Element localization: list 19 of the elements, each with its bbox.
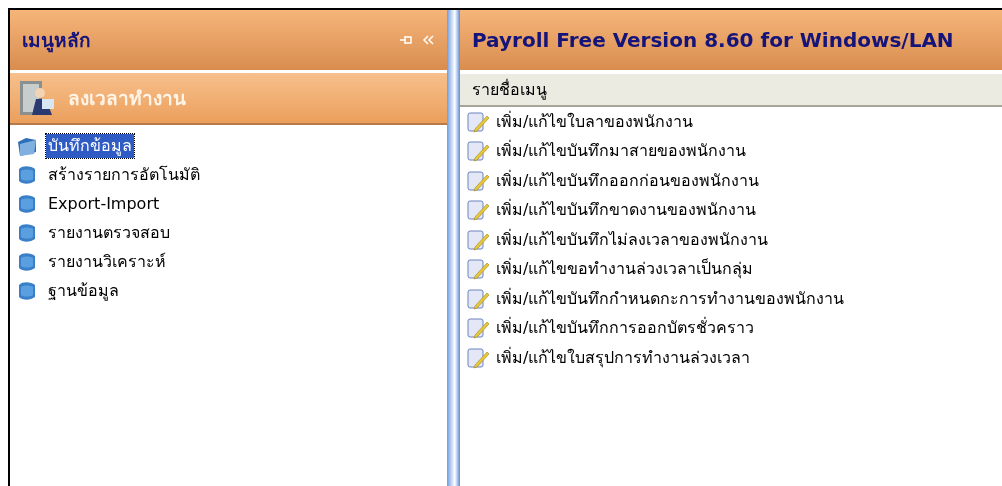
- tree-item[interactable]: รายงานตรวจสอบ: [46, 220, 172, 245]
- menu-item[interactable]: เพิ่ม/แก้ไขบันทึกการออกบัตรชั่วคราว: [496, 316, 755, 341]
- tree-item[interactable]: Export-Import: [46, 191, 162, 216]
- tree-item[interactable]: รายงานวิเคราะห์: [46, 249, 168, 274]
- menu-item[interactable]: เพิ่ม/แก้ไขบันทึกไม่ลงเวลาของพนักงาน: [496, 227, 769, 252]
- tree-item[interactable]: สร้างรายการอัตโนมัติ: [46, 162, 202, 187]
- menu-item[interactable]: เพิ่ม/แก้ไขใบสรุปการทำงานล่วงเวลา: [496, 345, 751, 370]
- menu-item[interactable]: เพิ่ม/แก้ไขบันทึกขาดงานของพนักงาน: [496, 198, 757, 223]
- tree-item[interactable]: ฐานข้อมูล: [46, 278, 121, 303]
- menu-item[interactable]: เพิ่ม/แก้ไขบันทึกกำหนดกะการทำงานของพนักงาน: [496, 286, 845, 311]
- column-header[interactable]: รายชื่อเมนู: [460, 74, 1002, 107]
- section-label: ลงเวลาทำงาน: [68, 85, 186, 111]
- menu-item[interactable]: เพิ่ม/แก้ไขขอทำงานล่วงเวลาเป็นกลุ่ม: [496, 257, 754, 282]
- window-title: Payroll Free Version 8.60 for Windows/LAN: [472, 27, 954, 54]
- panel-title: เมนูหลัก: [22, 27, 92, 55]
- menu-item[interactable]: เพิ่ม/แก้ไขบันทึกมาสายของพนักงาน: [496, 139, 747, 164]
- menu-item[interactable]: เพิ่ม/แก้ไขบันทึกออกก่อนของพนักงาน: [496, 168, 760, 193]
- menu-item[interactable]: เพิ่ม/แก้ไขใบลาของพนักงาน: [496, 109, 694, 134]
- tree-item[interactable]: บันทึกข้อมูล: [46, 133, 134, 158]
